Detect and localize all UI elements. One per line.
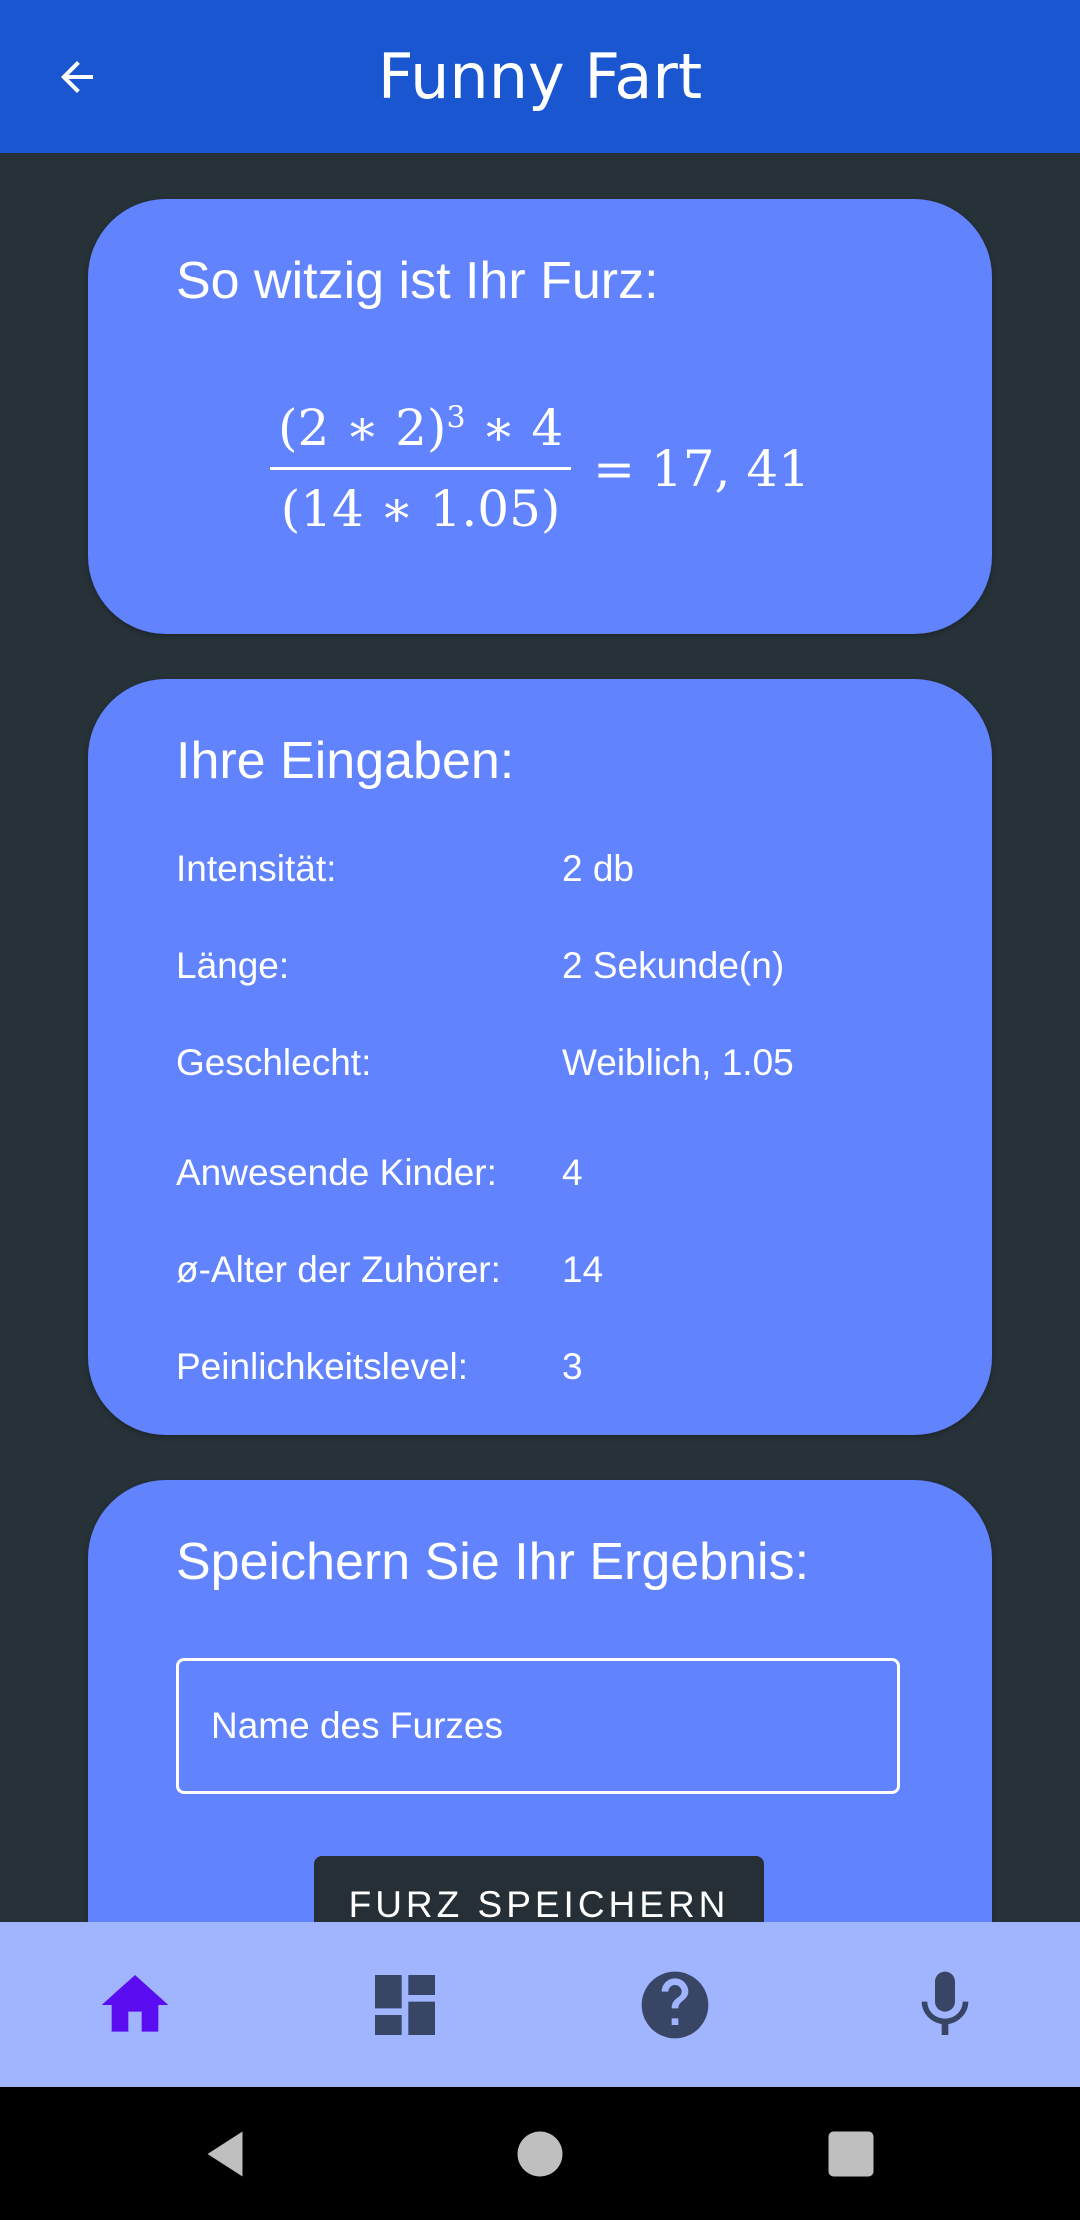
dashboard-icon: [375, 1974, 435, 2035]
arrow-back-icon: [61, 61, 93, 93]
microphone-icon: [921, 1971, 969, 2035]
nav-home[interactable]: [0, 1922, 270, 2087]
input-value-children: 4: [562, 1152, 583, 1193]
input-value-length: 2 Sekunde(n): [562, 945, 785, 986]
content-scroll[interactable]: So witzig ist Ihr Furz: (2 ∗ 2)3 ∗ 4 (14…: [0, 153, 1080, 1922]
formula-fraction: (2 ∗ 2)3 ∗ 4 (14 ∗ 1.05): [270, 399, 572, 538]
inputs-card: Ihre Eingaben: Intensität: 2 db Länge: 2…: [88, 679, 992, 1435]
system-home-button[interactable]: [495, 2109, 585, 2199]
input-label-intensity: Intensität:: [176, 848, 337, 889]
result-card: So witzig ist Ihr Furz: (2 ∗ 2)3 ∗ 4 (14…: [88, 199, 992, 634]
home-circle-icon: [517, 2131, 563, 2177]
nav-help[interactable]: [540, 1922, 810, 2087]
input-label-avg-age: ø-Alter der Zuhörer:: [176, 1249, 501, 1290]
save-card: Speichern Sie Ihr Ergebnis: FURZ SPEICHE…: [88, 1480, 992, 1922]
input-label-children: Anwesende Kinder:: [176, 1152, 497, 1193]
save-fart-button[interactable]: FURZ SPEICHERN: [314, 1856, 764, 1922]
formula-denominator: (14 ∗ 1.05): [280, 480, 561, 538]
inputs-heading: Ihre Eingaben:: [176, 732, 515, 790]
back-triangle-icon: [207, 2131, 243, 2177]
save-heading: Speichern Sie Ihr Ergebnis:: [176, 1533, 810, 1591]
formula-result: = 17, 41: [593, 439, 810, 498]
system-back-button[interactable]: [180, 2109, 270, 2199]
app-title: Funny Fart: [377, 40, 703, 113]
bottom-navigation: [0, 1922, 1080, 2087]
input-label-embarrassment: Peinlichkeitslevel:: [176, 1346, 469, 1387]
back-button[interactable]: [40, 40, 114, 114]
input-label-gender: Geschlecht:: [176, 1042, 372, 1083]
system-recents-button[interactable]: [806, 2109, 896, 2199]
nav-microphone[interactable]: [810, 1922, 1080, 2087]
home-icon: [101, 1974, 169, 2032]
input-value-gender: Weiblich, 1.05: [562, 1042, 794, 1083]
fun-formula: (2 ∗ 2)3 ∗ 4 (14 ∗ 1.05) = 17, 41: [88, 399, 992, 538]
app-bar: Funny Fart: [0, 0, 1080, 153]
input-value-avg-age: 14: [562, 1249, 604, 1290]
input-label-length: Länge:: [176, 945, 290, 986]
formula-numerator: (2 ∗ 2)3 ∗ 4: [278, 399, 564, 457]
input-value-intensity: 2 db: [562, 848, 635, 889]
system-navigation-bar: [0, 2087, 1080, 2220]
result-heading: So witzig ist Ihr Furz:: [176, 252, 659, 310]
recents-square-icon: [828, 2131, 874, 2177]
help-icon: [641, 1971, 709, 2038]
fart-name-input[interactable]: [176, 1658, 900, 1794]
nav-dashboard[interactable]: [270, 1922, 540, 2087]
input-value-embarrassment: 3: [562, 1346, 583, 1387]
